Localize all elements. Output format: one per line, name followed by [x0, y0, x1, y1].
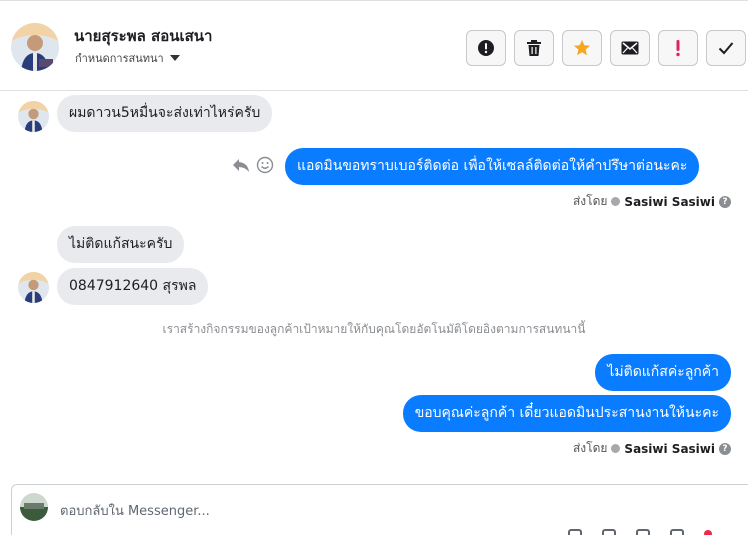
help-icon[interactable]: ? [719, 195, 731, 208]
reply-input[interactable]: ตอบกลับใน Messenger... [60, 500, 210, 521]
label-selector[interactable]: กำหนดการสนทนา [75, 49, 180, 67]
message-incoming[interactable]: 0847912640 สุรพล [57, 268, 209, 305]
reply-icon[interactable] [232, 157, 250, 173]
system-note: เราสร้างกิจกรรมของลูกค้าเป้าหมายให้กับคุ… [162, 322, 586, 336]
conversation-header: นายสุระพล สอนเสนา กำหนดการสนทนา [0, 3, 748, 91]
composer-toolbar [568, 529, 712, 535]
contact-avatar[interactable] [11, 23, 59, 71]
help-icon[interactable]: ? [719, 442, 731, 455]
star-icon [574, 40, 590, 56]
image-icon[interactable] [602, 529, 616, 535]
reply-composer[interactable]: ตอบกลับใน Messenger... [11, 484, 748, 535]
sent-by-agent: Sasiwi Sasiwi [624, 441, 715, 456]
page-avatar [20, 493, 48, 521]
message-tools [232, 156, 274, 174]
label-selector-text: กำหนดการสนทนา [75, 52, 164, 65]
sent-by-prefix: ส่งโดย [572, 441, 608, 455]
sent-by-line: ส่งโดย Sasiwi Sasiwi ? [573, 192, 731, 211]
saved-reply-icon[interactable] [670, 529, 684, 535]
message-outgoing[interactable]: ไม่ติดแก้สค่ะลูกค้า [595, 354, 731, 391]
trash-icon [527, 40, 541, 56]
contact-name: นายสุระพล สอนเสนา [74, 27, 213, 45]
message-incoming[interactable]: ไม่ติดแก้สนะครับ [57, 226, 185, 263]
mark-unread-button[interactable] [610, 30, 650, 66]
envelope-icon [621, 41, 639, 55]
seen-icon [611, 197, 621, 206]
sent-by-agent: Sasiwi Sasiwi [624, 194, 715, 209]
spam-button[interactable] [466, 30, 506, 66]
caret-down-icon [169, 55, 180, 61]
follow-up-button[interactable] [658, 30, 698, 66]
emoji-icon[interactable] [256, 156, 274, 174]
notification-dot-icon [704, 530, 712, 535]
done-button[interactable] [706, 30, 746, 66]
emoji-picker-icon[interactable] [636, 529, 650, 535]
attachment-icon[interactable] [568, 529, 582, 535]
contact-avatar-small [18, 101, 49, 132]
delete-button[interactable] [514, 30, 554, 66]
message-outgoing[interactable]: ขอบคุณค่ะลูกค้า เดี๋ยวแอดมินประสานงานให้… [402, 395, 731, 432]
header-actions [466, 30, 746, 66]
sent-by-prefix: ส่งโดย [572, 194, 608, 208]
exclamation-icon [676, 40, 680, 57]
message-outgoing[interactable]: แอดมินขอทราบเบอร์ติดต่อ เพื่อให้เซลล์ติด… [285, 148, 700, 185]
contact-avatar-small [18, 272, 49, 303]
star-button[interactable] [562, 30, 602, 66]
seen-icon [611, 444, 621, 453]
message-incoming[interactable]: ผมดาวน5หมื่นจะส่งเท่าไหร่ครับ [57, 95, 273, 132]
exclamation-circle-icon [478, 40, 494, 56]
checkmark-icon [718, 42, 734, 55]
sent-by-line: ส่งโดย Sasiwi Sasiwi ? [573, 439, 731, 458]
